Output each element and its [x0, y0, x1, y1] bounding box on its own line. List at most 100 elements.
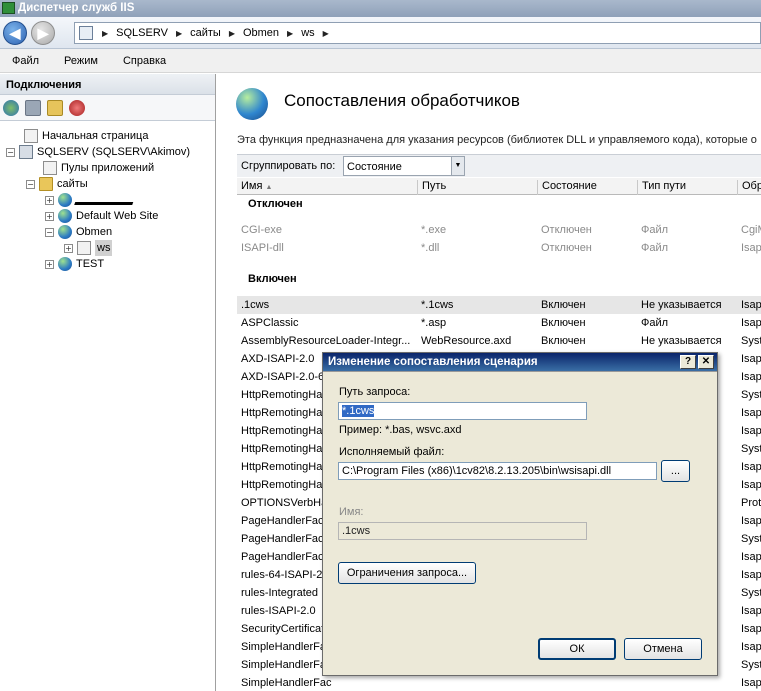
tree-item-label: Пулы приложений [61, 162, 155, 174]
collapse-icon[interactable]: − [6, 147, 15, 157]
cell-path: *.asp [421, 317, 447, 329]
cell-handler: Syst [741, 335, 761, 347]
cell-handler: Isap [741, 641, 761, 653]
column-header-handler[interactable]: Обр [737, 180, 761, 195]
chevron-right-icon: ▶ [228, 28, 235, 38]
cell-path: *.dll [421, 242, 440, 254]
table-row[interactable]: AssemblyResourceLoader-Integr... WebResou… [237, 332, 761, 350]
edit-script-map-dialog: Изменение сопоставления сценария ? ✕ Пут… [322, 352, 718, 676]
table-row[interactable]: SimpleHandlerFac Isap [237, 674, 761, 691]
table-header: Имя ▲ Путь Состояние Тип пути Обр [237, 178, 761, 195]
close-button[interactable]: ✕ [698, 355, 714, 369]
connections-pane: Подключения Начальная страница − SQLSERV… [0, 74, 216, 691]
cell-handler: Isap [741, 623, 761, 635]
request-path-input[interactable]: *.1cws [338, 402, 587, 420]
connections-toolbar [0, 95, 215, 121]
column-header-name[interactable]: Имя ▲ [237, 180, 417, 195]
app-pools-icon [43, 161, 57, 175]
cell-name: ASPClassic [241, 317, 299, 329]
executable-input[interactable]: C:\Program Files (x86)\1cv82\8.2.13.205\… [338, 462, 657, 480]
cell-state: Включен [541, 335, 586, 347]
request-restrictions-button[interactable]: Ограничения запроса... [338, 562, 476, 584]
menu-file[interactable]: Файл [0, 55, 52, 67]
cell-state: Включен [541, 317, 586, 329]
cell-handler: Isap [741, 425, 761, 437]
column-header-path-type[interactable]: Тип пути [637, 180, 737, 195]
expand-icon[interactable]: + [45, 211, 54, 221]
cell-handler: Prot [741, 497, 761, 509]
column-header-state[interactable]: Состояние [537, 180, 637, 195]
address-breadcrumb[interactable]: ▶ SQLSERV ▶ сайты ▶ Obmen ▶ ws ▶ [74, 22, 761, 44]
menu-help[interactable]: Справка [111, 55, 179, 67]
group-by-value: Состояние [347, 161, 402, 173]
collapse-icon[interactable]: − [45, 227, 54, 237]
chevron-right-icon: ▶ [175, 28, 183, 38]
expand-icon[interactable]: + [64, 243, 73, 253]
site-globe-icon [58, 209, 72, 223]
navigation-bar: ◀ ▶ ▶ SQLSERV ▶ сайты ▶ Obmen ▶ ws ▶ [0, 17, 761, 49]
site-globe-icon [58, 257, 72, 271]
sites-folder-icon [39, 177, 53, 191]
tree-item-test[interactable]: + TEST [45, 256, 104, 272]
site-globe-icon [58, 225, 72, 239]
up-folder-icon[interactable] [47, 99, 63, 116]
breadcrumb-item[interactable]: сайты [190, 27, 221, 39]
tree-item-default-web-site[interactable]: + Default Web Site [45, 208, 158, 224]
tree-item-obmen[interactable]: − Obmen [45, 224, 112, 240]
breadcrumb-item[interactable]: ws [301, 27, 314, 39]
cell-state: Отключен [541, 242, 592, 254]
table-row[interactable]: .1cws *.1cws Включен Не указывается Isap [237, 296, 761, 314]
cell-state: Отключен [541, 224, 592, 236]
cell-name: ISAPI-dll [241, 242, 284, 254]
dropdown-arrow-icon[interactable]: ▼ [451, 157, 464, 175]
tree-item-start-page[interactable]: Начальная страница [24, 128, 148, 144]
breadcrumb-item[interactable]: Obmen [243, 27, 279, 39]
window-title: Диспетчер служб IIS [18, 2, 135, 14]
browse-button[interactable]: ... [661, 460, 690, 482]
tree-item-app-pools[interactable]: Пулы приложений [43, 160, 154, 176]
tree-item-server[interactable]: − SQLSERV (SQLSERV\Akimov) [6, 144, 190, 160]
cell-handler: Isap [741, 479, 761, 491]
back-button[interactable]: ◀ [3, 21, 27, 45]
connect-globe-icon[interactable] [3, 99, 19, 116]
help-button[interactable]: ? [680, 355, 696, 369]
cell-handler: Syst [741, 659, 761, 671]
connections-header: Подключения [0, 74, 215, 95]
cell-handler: Isap [741, 407, 761, 419]
group-header-enabled: Включен [248, 273, 297, 285]
table-row[interactable]: ASPClassic *.asp Включен Файл Isap [237, 314, 761, 332]
cancel-button[interactable]: Отмена [624, 638, 702, 660]
chevron-right-icon: ▶ [322, 28, 329, 38]
cell-path-type: Файл [641, 224, 669, 236]
collapse-icon[interactable]: − [26, 179, 35, 189]
chevron-right-icon: ▶ [287, 28, 294, 38]
cell-path-type: Файл [641, 242, 669, 254]
cell-handler: Isap [741, 515, 761, 527]
cell-handler: Isap [741, 353, 761, 365]
tree-item-sites[interactable]: − сайты [26, 176, 88, 192]
expand-icon[interactable]: + [45, 259, 54, 269]
column-header-path[interactable]: Путь [417, 180, 537, 195]
tree-item-label: Default Web Site [76, 210, 159, 222]
cell-handler: CgiM [741, 224, 761, 236]
tree-item-label: SQLSERV (SQLSERV\Akimov) [37, 146, 191, 158]
dialog-title: Изменение сопоставления сценария [328, 356, 538, 368]
tree-item-redacted-site[interactable]: + [45, 192, 136, 208]
sort-ascending-icon: ▲ [265, 184, 273, 191]
tree-item-label: Obmen [76, 226, 113, 238]
table-row[interactable]: CGI-exe *.exe Отключен Файл CgiM [237, 221, 761, 239]
cell-path-type: Не указывается [641, 335, 722, 347]
breadcrumb-item[interactable]: SQLSERV [116, 27, 168, 39]
group-by-select[interactable]: Состояние ▼ [343, 156, 465, 176]
table-row[interactable]: ISAPI-dll *.dll Отключен Файл Isap [237, 239, 761, 257]
tree-item-ws[interactable]: + ws [64, 240, 113, 256]
menu-view[interactable]: Режим [52, 55, 111, 67]
save-icon[interactable] [25, 99, 41, 116]
window-title-bar: Диспетчер служб IIS [0, 0, 761, 17]
forward-button[interactable]: ▶ [31, 21, 55, 45]
tree-item-label: сайты [57, 178, 88, 190]
disconnect-icon[interactable] [69, 99, 85, 116]
handler-mappings-icon [236, 88, 268, 120]
expand-icon[interactable]: + [45, 195, 54, 205]
ok-button[interactable]: ОК [538, 638, 616, 660]
